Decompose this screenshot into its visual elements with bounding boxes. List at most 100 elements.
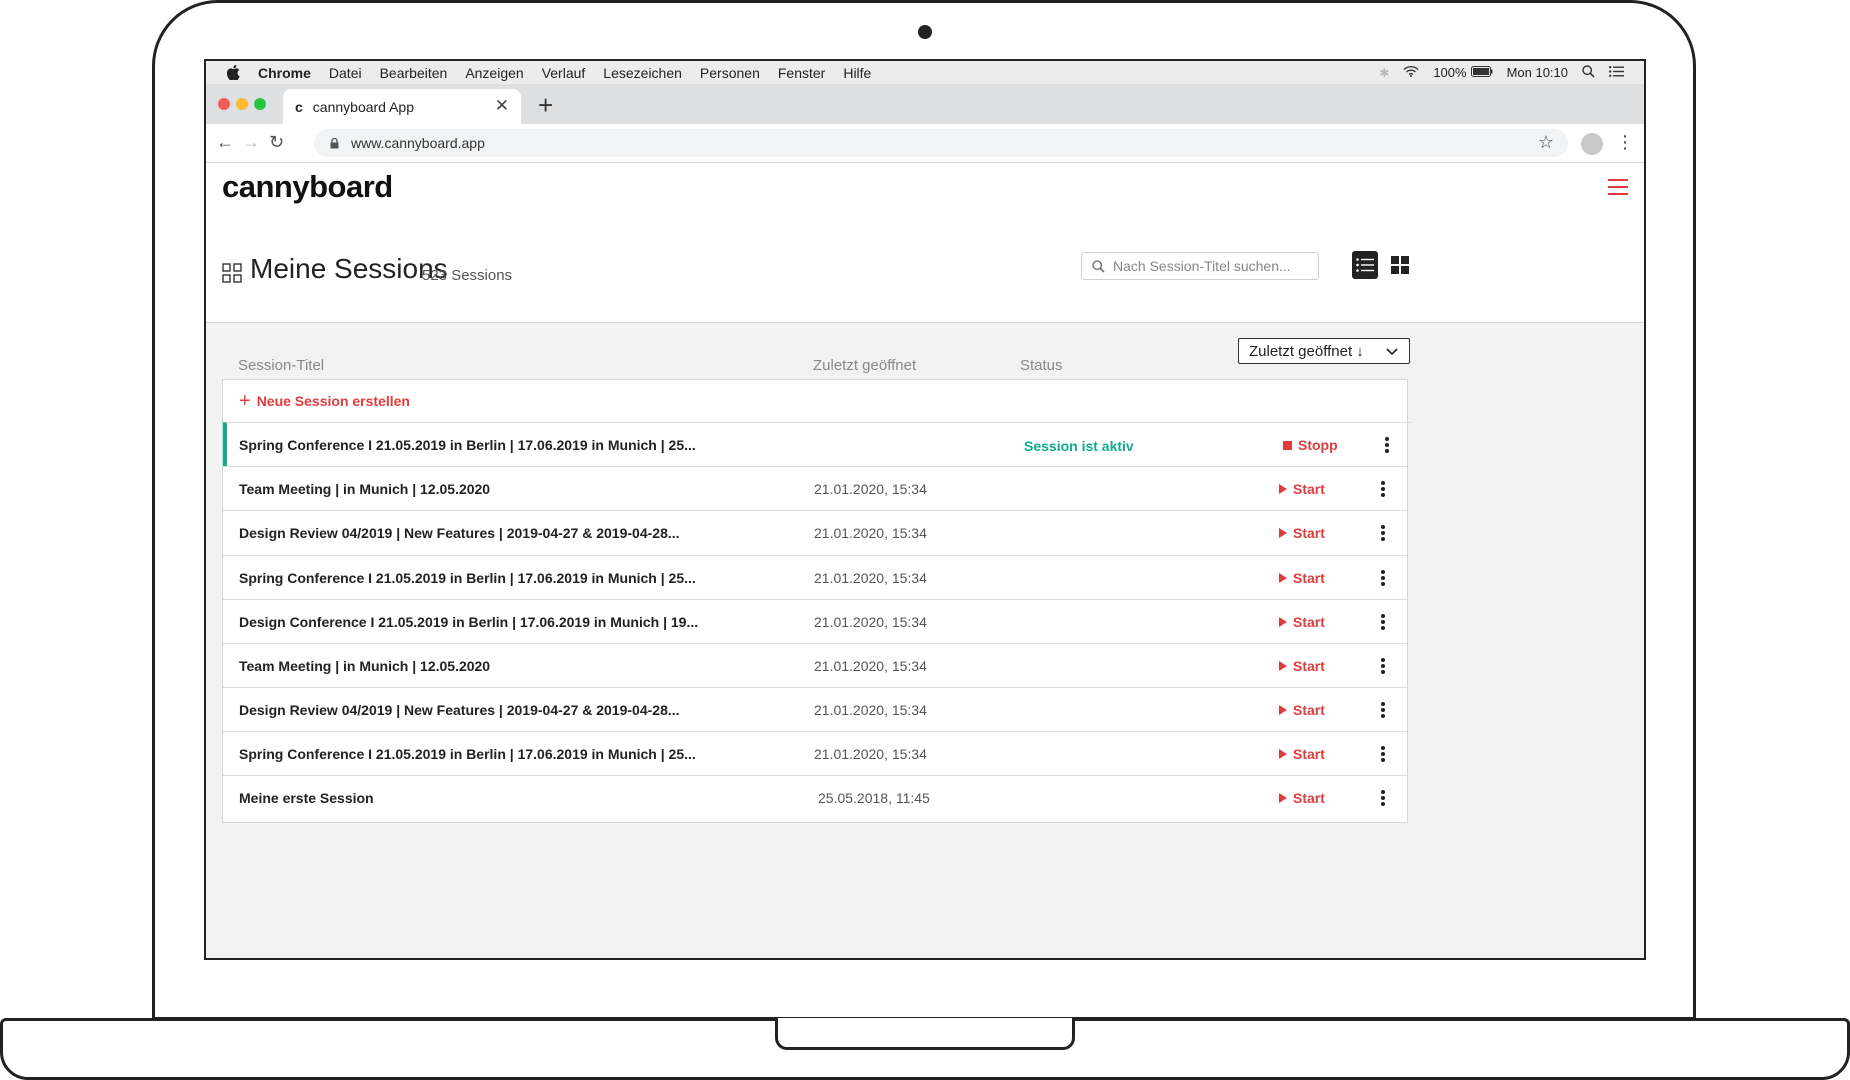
- play-icon: [1279, 705, 1287, 715]
- favicon-icon: c: [295, 98, 303, 115]
- bookmark-star-icon[interactable]: ☆: [1538, 132, 1554, 153]
- session-title[interactable]: Team Meeting | in Munich | 12.05.2020: [239, 481, 490, 497]
- new-tab-button[interactable]: +: [538, 90, 553, 121]
- start-button[interactable]: Start: [1279, 790, 1325, 806]
- wifi-icon[interactable]: [1403, 65, 1419, 80]
- bluetooth-icon[interactable]: ✱: [1379, 66, 1389, 80]
- session-title[interactable]: Spring Conference I 21.05.2019 in Berlin…: [239, 746, 696, 762]
- start-button[interactable]: Start: [1279, 702, 1325, 718]
- table-row[interactable]: Spring Conference I 21.05.2019 in Berlin…: [223, 555, 1407, 600]
- row-more-icon[interactable]: [1381, 746, 1385, 762]
- start-label: Start: [1293, 525, 1325, 541]
- window-zoom-button[interactable]: [254, 98, 266, 110]
- sort-label: Zuletzt geöffnet ↓: [1249, 342, 1364, 360]
- table-row[interactable]: Team Meeting | in Munich | 12.05.2020 21…: [223, 643, 1407, 688]
- table-row[interactable]: Spring Conference I 21.05.2019 in Berlin…: [223, 422, 1411, 467]
- row-more-icon[interactable]: [1381, 570, 1385, 586]
- start-button[interactable]: Start: [1279, 746, 1325, 762]
- table-row[interactable]: Design Review 04/2019 | New Features | 2…: [223, 687, 1407, 732]
- menu-item-datei[interactable]: Datei: [329, 65, 362, 81]
- sessions-table: + Neue Session erstellen Spring Conferen…: [222, 379, 1411, 823]
- menu-item-verlauf[interactable]: Verlauf: [542, 65, 586, 81]
- notification-center-icon[interactable]: [1609, 65, 1624, 80]
- menu-app-name[interactable]: Chrome: [258, 65, 311, 81]
- chevron-down-icon: [1386, 348, 1398, 356]
- table-row[interactable]: Design Conference I 21.05.2019 in Berlin…: [223, 599, 1407, 644]
- start-button[interactable]: Start: [1279, 658, 1325, 674]
- cannyboard-logo[interactable]: cannyboard: [222, 169, 393, 205]
- column-header-status[interactable]: Status: [1020, 357, 1063, 374]
- stop-button[interactable]: Stopp: [1283, 437, 1338, 453]
- column-header-last-opened[interactable]: Zuletzt geöffnet: [813, 357, 916, 374]
- spotlight-icon[interactable]: [1582, 64, 1595, 81]
- status-active: Session ist aktiv: [1024, 438, 1134, 454]
- new-session-button[interactable]: + Neue Session erstellen: [239, 390, 410, 412]
- browser-tab[interactable]: c cannyboard App ✕: [283, 89, 521, 124]
- start-button[interactable]: Start: [1279, 614, 1325, 630]
- column-header-title[interactable]: Session-Titel: [238, 357, 324, 374]
- menu-item-hilfe[interactable]: Hilfe: [843, 65, 871, 81]
- start-label: Start: [1293, 570, 1325, 586]
- sort-dropdown[interactable]: Zuletzt geöffnet ↓: [1238, 338, 1410, 364]
- start-label: Start: [1293, 746, 1325, 762]
- row-more-icon[interactable]: [1385, 437, 1389, 453]
- battery-icon[interactable]: [1470, 65, 1493, 80]
- session-title[interactable]: Team Meeting | in Munich | 12.05.2020: [239, 658, 490, 674]
- tab-close-icon[interactable]: ✕: [495, 96, 509, 116]
- grid-view-icon[interactable]: [1390, 255, 1410, 275]
- row-more-icon[interactable]: [1381, 614, 1385, 630]
- profile-avatar-icon[interactable]: [1581, 133, 1603, 155]
- browser-menu-icon[interactable]: ⋮: [1616, 132, 1634, 153]
- table-row[interactable]: Meine erste Session 25.05.2018, 11:45 St…: [223, 775, 1407, 820]
- stop-icon: [1283, 440, 1292, 450]
- back-icon[interactable]: ←: [216, 132, 234, 153]
- forward-icon[interactable]: →: [242, 132, 260, 153]
- menu-item-bearbeiten[interactable]: Bearbeiten: [380, 65, 448, 81]
- tab-title: cannyboard App: [312, 98, 414, 115]
- apple-icon[interactable]: [226, 65, 240, 80]
- last-opened: 21.01.2020, 15:34: [814, 570, 927, 586]
- search-input[interactable]: Nach Session-Titel suchen...: [1081, 252, 1319, 280]
- search-icon: [1092, 259, 1105, 273]
- plus-icon: +: [239, 390, 251, 412]
- table-row[interactable]: Team Meeting | in Munich | 12.05.2020 21…: [223, 466, 1407, 511]
- session-title[interactable]: Spring Conference I 21.05.2019 in Berlin…: [239, 570, 696, 586]
- hamburger-menu-icon[interactable]: [1608, 179, 1628, 197]
- start-label: Start: [1293, 658, 1325, 674]
- play-icon: [1279, 484, 1287, 494]
- url-text: www.cannyboard.app: [351, 135, 485, 151]
- address-bar[interactable]: www.cannyboard.app ☆: [314, 129, 1568, 157]
- start-button[interactable]: Start: [1279, 481, 1325, 497]
- row-more-icon[interactable]: [1381, 790, 1385, 806]
- last-opened: 21.01.2020, 15:34: [814, 525, 927, 541]
- last-opened: 21.01.2020, 15:34: [814, 614, 927, 630]
- reload-icon[interactable]: ↻: [269, 132, 284, 153]
- start-button[interactable]: Start: [1279, 525, 1325, 541]
- session-title[interactable]: Design Conference I 21.05.2019 in Berlin…: [239, 614, 698, 630]
- search-placeholder: Nach Session-Titel suchen...: [1113, 258, 1291, 274]
- lock-icon: [330, 138, 339, 149]
- row-more-icon[interactable]: [1381, 481, 1385, 497]
- menu-item-anzeigen[interactable]: Anzeigen: [465, 65, 523, 81]
- window-close-button[interactable]: [218, 98, 230, 110]
- window-minimize-button[interactable]: [236, 98, 248, 110]
- row-more-icon[interactable]: [1381, 702, 1385, 718]
- session-count: 523 Sessions: [422, 267, 513, 284]
- mac-menu-bar: Chrome Datei Bearbeiten Anzeigen Verlauf…: [206, 61, 1644, 85]
- clock[interactable]: Mon 10:10: [1507, 65, 1568, 80]
- start-button[interactable]: Start: [1279, 570, 1325, 586]
- list-view-button[interactable]: [1352, 251, 1378, 279]
- menu-item-lesezeichen[interactable]: Lesezeichen: [603, 65, 682, 81]
- row-more-icon[interactable]: [1381, 658, 1385, 674]
- menu-item-personen[interactable]: Personen: [700, 65, 760, 81]
- table-row[interactable]: Spring Conference I 21.05.2019 in Berlin…: [223, 731, 1407, 776]
- browser-tab-strip: c cannyboard App ✕ +: [206, 84, 1644, 124]
- session-title[interactable]: Design Review 04/2019 | New Features | 2…: [239, 702, 680, 718]
- session-title[interactable]: Design Review 04/2019 | New Features | 2…: [239, 525, 680, 541]
- sessions-grid-icon: [222, 263, 242, 283]
- menu-item-fenster[interactable]: Fenster: [778, 65, 825, 81]
- table-row[interactable]: Design Review 04/2019 | New Features | 2…: [223, 510, 1407, 555]
- session-title[interactable]: Meine erste Session: [239, 790, 374, 806]
- row-more-icon[interactable]: [1381, 525, 1385, 541]
- session-title[interactable]: Spring Conference I 21.05.2019 in Berlin…: [239, 437, 696, 453]
